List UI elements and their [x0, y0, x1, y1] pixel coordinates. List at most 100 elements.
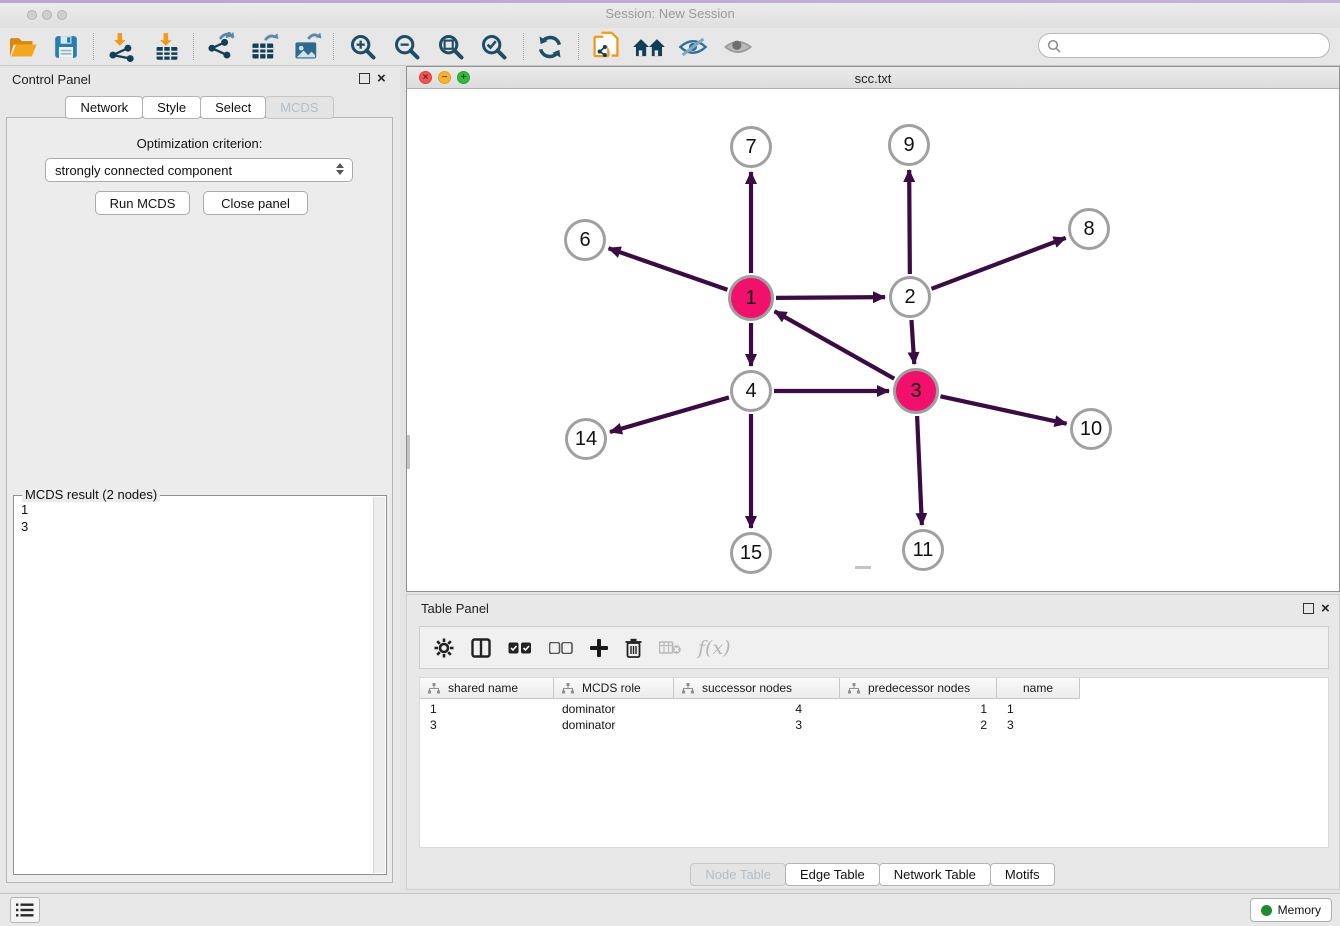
session-title: Session: New Session [0, 6, 1340, 21]
edge-4-14[interactable] [610, 397, 729, 432]
import-network-icon [106, 32, 136, 62]
column-header-MCDS-role[interactable]: MCDS role [554, 678, 674, 699]
plus-icon [590, 639, 608, 657]
open-file-button[interactable] [6, 30, 40, 64]
toolbar-separator [93, 33, 94, 60]
network-canvas[interactable]: 7 9 6 8 1 2 4 3 14 10 15 11 [407, 89, 1339, 591]
delete-column-button[interactable] [625, 638, 642, 658]
memory-button[interactable]: Memory [1250, 898, 1332, 922]
zoom-fit-button[interactable] [434, 30, 468, 64]
float-table-panel-icon[interactable] [1303, 603, 1314, 614]
graph-node-3[interactable]: 3 [893, 368, 939, 414]
graph-node-1[interactable]: 1 [728, 275, 774, 321]
hierarchy-icon [562, 683, 574, 694]
zoom-in-icon [349, 33, 377, 61]
save-session-button[interactable] [49, 30, 83, 64]
table-cell[interactable]: dominator [554, 717, 674, 733]
run-mcds-button[interactable]: Run MCDS [95, 191, 190, 215]
graph-node-14[interactable]: 14 [565, 418, 607, 460]
edge-2-9[interactable] [909, 170, 910, 274]
export-image-button[interactable] [290, 30, 324, 64]
tab-network[interactable]: Network [65, 96, 143, 119]
horizontal-scrollbar[interactable] [855, 566, 871, 569]
close-panel-icon[interactable]: × [377, 73, 386, 84]
close-table-panel-icon[interactable]: × [1321, 603, 1330, 614]
table-cell[interactable]: 4 [674, 701, 840, 717]
import-table-button[interactable] [150, 30, 184, 64]
graph-node-2[interactable]: 2 [889, 276, 931, 318]
zoom-selected-icon [480, 33, 508, 61]
table-cell[interactable]: 3 [997, 717, 1080, 733]
column-header-successor-nodes[interactable]: successor nodes [674, 678, 840, 699]
table-cell[interactable]: 1 [420, 701, 554, 717]
zoom-in-button[interactable] [346, 30, 380, 64]
tab-motifs[interactable]: Motifs [990, 863, 1055, 886]
show-all-button[interactable] [721, 30, 755, 64]
select-all-button[interactable] [508, 642, 532, 654]
export-table-button[interactable] [247, 30, 281, 64]
edge-2-3[interactable] [911, 320, 914, 364]
tab-edge-table[interactable]: Edge Table [785, 863, 880, 886]
table-cell[interactable]: 3 [674, 717, 840, 733]
graph-node-8[interactable]: 8 [1068, 208, 1110, 250]
edge-2-8[interactable] [932, 238, 1066, 289]
refresh-button[interactable] [533, 30, 567, 64]
column-header-predecessor-nodes[interactable]: predecessor nodes [840, 678, 997, 699]
table-row[interactable]: 1dominator411 [420, 701, 1080, 717]
graph-node-4[interactable]: 4 [730, 370, 772, 412]
mcds-result-title: MCDS result (2 nodes) [22, 487, 160, 502]
search-box[interactable] [1038, 33, 1330, 58]
tab-style[interactable]: Style [142, 96, 201, 119]
show-panels-button[interactable] [10, 897, 40, 923]
graph-node-11[interactable]: 11 [902, 529, 944, 571]
first-neighbors-button[interactable] [632, 30, 666, 64]
column-header-name[interactable]: name [997, 678, 1080, 699]
show-columns-button[interactable] [471, 638, 491, 658]
float-panel-icon[interactable] [359, 73, 370, 84]
mcds-panel: Optimization criterion: strongly connect… [6, 117, 393, 883]
column-label: shared name [448, 681, 518, 695]
graph-node-15[interactable]: 15 [730, 532, 772, 574]
hide-selected-button[interactable] [676, 30, 710, 64]
table-cell[interactable]: 3 [420, 717, 554, 733]
close-panel-button[interactable]: Close panel [203, 191, 308, 215]
table-settings-button[interactable] [434, 638, 454, 658]
edge-1-6[interactable] [609, 248, 728, 290]
table-row[interactable]: 3dominator323 [420, 717, 1080, 733]
graph-node-9[interactable]: 9 [888, 124, 930, 166]
search-input[interactable] [1066, 38, 1329, 54]
graph-node-7[interactable]: 7 [730, 126, 772, 168]
result-scrollbar[interactable] [373, 497, 385, 873]
export-network-button[interactable] [203, 30, 237, 64]
tab-mcds[interactable]: MCDS [265, 96, 333, 119]
table-cell[interactable]: 1 [840, 701, 997, 717]
table-cell[interactable]: 1 [997, 701, 1080, 717]
control-panel: Control Panel × NetworkStyleSelectMCDS O… [0, 68, 400, 890]
table-cell[interactable]: dominator [554, 701, 674, 717]
column-header-shared-name[interactable]: shared name [420, 678, 554, 699]
clone-network-button[interactable] [589, 30, 623, 64]
table-panel: Table Panel × [406, 594, 1340, 890]
network-title: scc.txt [407, 71, 1339, 86]
edge-1-2[interactable] [776, 297, 885, 298]
tab-network-table[interactable]: Network Table [879, 863, 991, 886]
edge-3-10[interactable] [940, 396, 1066, 423]
checked-boxes-icon [508, 642, 532, 654]
hierarchy-icon [848, 683, 860, 694]
edge-3-11[interactable] [917, 416, 922, 525]
criterion-select[interactable]: strongly connected component [45, 158, 353, 182]
zoom-out-button[interactable] [390, 30, 424, 64]
deselect-all-button[interactable] [549, 642, 573, 654]
edge-3-1[interactable] [775, 311, 895, 378]
zoom-selected-button[interactable] [477, 30, 511, 64]
vertical-scrollbar[interactable] [407, 435, 410, 469]
graph-node-6[interactable]: 6 [564, 219, 606, 261]
tab-select[interactable]: Select [200, 96, 266, 119]
graph-node-10[interactable]: 10 [1070, 408, 1112, 450]
add-column-button[interactable] [590, 639, 608, 657]
import-network-button[interactable] [104, 30, 138, 64]
clone-network-icon [591, 31, 621, 63]
criterion-value: strongly connected component [55, 163, 232, 178]
table-cell[interactable]: 2 [840, 717, 997, 733]
tab-node-table[interactable]: Node Table [690, 863, 786, 886]
